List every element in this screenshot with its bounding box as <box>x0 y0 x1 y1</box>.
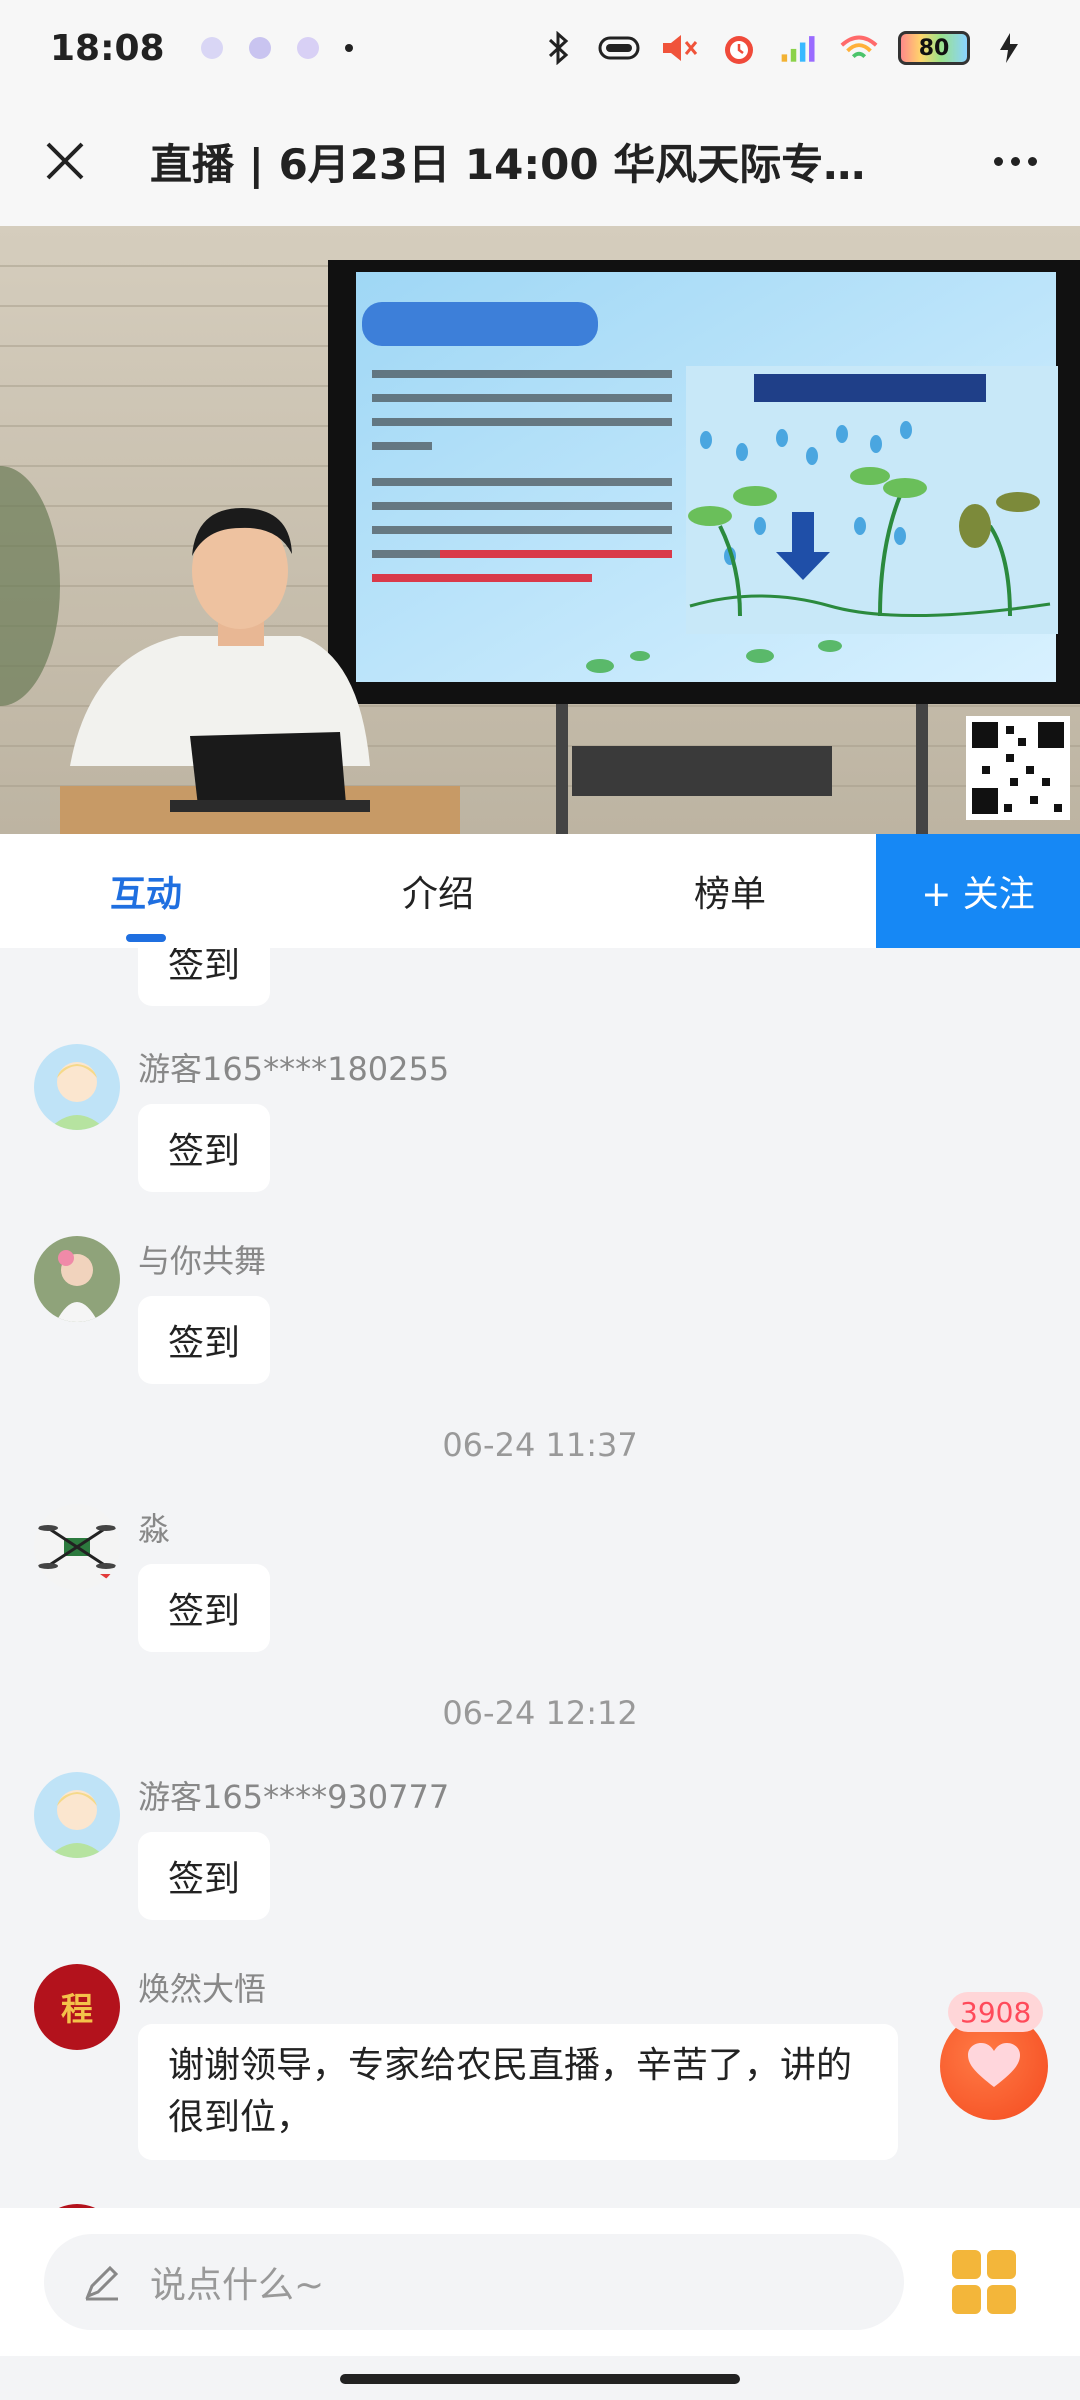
avatar[interactable] <box>34 1044 120 1130</box>
message-bubble: 签到 <box>138 1832 271 1920</box>
sender-name: 与你共舞 <box>138 1242 267 1280</box>
nfc-icon <box>598 31 640 65</box>
tab-label: 榜单 <box>693 874 766 915</box>
more-dot-icon <box>993 156 1003 166</box>
chat-message: 与你共舞 签到 <box>34 1236 271 1384</box>
message-body: 签到 <box>138 948 271 1006</box>
comment-input[interactable]: 说点什么~ <box>44 2234 904 2330</box>
like-count: 3908 <box>948 1992 1044 2032</box>
default-avatar-icon <box>34 1772 120 1858</box>
close-icon <box>46 142 84 180</box>
tab-active-indicator <box>126 934 166 942</box>
battery-icon: 80 <box>898 31 970 65</box>
message-body: 游客165****180255 签到 <box>138 1044 449 1192</box>
bluetooth-icon <box>538 31 580 65</box>
avatar[interactable]: 程 <box>34 1964 120 2050</box>
grid-cell-icon <box>987 2285 1016 2314</box>
chat-message: 程 焕然大悟 谢谢领导，专家给农民直播，辛苦了，讲的很到位， <box>34 1964 898 2160</box>
close-button[interactable] <box>30 126 100 196</box>
charging-icon <box>988 31 1030 65</box>
title-bar: 直播 | 6月23日 14:00 华风天际专… <box>0 96 1080 226</box>
status-notifications <box>200 37 353 59</box>
tab-ranking[interactable]: 榜单 <box>584 834 876 948</box>
chat-message: 游客165****930777 签到 <box>34 1772 449 1920</box>
status-icons: 80 <box>538 31 1030 65</box>
message-body: 焕然大悟 谢谢领导，专家给农民直播，辛苦了，讲的很到位， <box>138 1964 898 2160</box>
comment-placeholder: 说点什么~ <box>150 2265 325 2306</box>
tab-label: 互动 <box>109 874 182 915</box>
more-dot-icon <box>1010 156 1020 166</box>
avatar-seal-text: 程 <box>60 1990 93 2028</box>
message-bubble: 谢谢领导，专家给农民直播，辛苦了，讲的很到位， <box>138 2024 898 2160</box>
default-avatar-icon <box>34 1044 120 1130</box>
notification-dot-icon <box>248 37 271 59</box>
home-indicator[interactable] <box>340 2374 740 2384</box>
live-video-player[interactable] <box>0 226 1080 834</box>
message-bubble: 签到 <box>138 1564 271 1652</box>
video-frame <box>0 226 1080 834</box>
chat-list[interactable]: 签到 游客165****180255 签到 与你共舞 签到 06-24 11:3… <box>0 948 1080 2208</box>
avatar[interactable] <box>34 1236 120 1322</box>
grid-cell-icon <box>987 2250 1016 2279</box>
message-body: 游客165****930777 签到 <box>138 1772 449 1920</box>
notification-more-icon <box>344 44 353 52</box>
message-bubble: 签到 <box>138 948 271 1006</box>
more-dot-icon <box>1027 156 1037 166</box>
message-bubble: 签到 <box>138 1104 271 1192</box>
sender-name: 焕然大悟 <box>138 1970 267 2008</box>
pencil-icon <box>85 2265 119 2301</box>
message-bubble: 签到 <box>138 1296 271 1384</box>
drone-avatar <box>34 1504 120 1590</box>
grid-cell-icon <box>952 2285 981 2314</box>
time-divider: 06-24 11:37 <box>442 1426 638 1464</box>
notification-dot-icon <box>200 37 223 59</box>
tab-introduction[interactable]: 介绍 <box>292 834 584 948</box>
alarm-icon <box>718 31 760 65</box>
notification-dot-icon <box>296 37 319 59</box>
more-functions-button[interactable] <box>952 2250 1016 2314</box>
user-photo-avatar <box>34 1236 120 1322</box>
avatar[interactable] <box>34 1504 120 1590</box>
status-bar: 18:08 80 <box>0 0 1080 96</box>
signal-icon <box>778 31 820 65</box>
page-title: 直播 | 6月23日 14:00 华风天际专… <box>150 139 866 189</box>
tab-label: 介绍 <box>401 874 474 915</box>
mute-icon <box>658 31 700 65</box>
wifi-icon <box>838 31 880 65</box>
tab-interaction[interactable]: 互动 <box>0 834 292 948</box>
chat-message: 游客165****180255 签到 <box>34 1044 449 1192</box>
heart-icon <box>968 2043 1020 2087</box>
sender-name: 淼 <box>138 1510 171 1548</box>
chat-message: 淼 签到 <box>34 1504 271 1652</box>
battery-level: 80 <box>918 35 950 61</box>
time-divider: 06-24 12:12 <box>442 1694 638 1732</box>
comment-bar: 说点什么~ <box>0 2208 1080 2356</box>
sender-name: 游客165****180255 <box>138 1050 450 1088</box>
chat-message: 签到 <box>34 948 271 1006</box>
avatar[interactable] <box>34 1772 120 1858</box>
status-time: 18:08 <box>50 27 165 69</box>
tab-bar: 互动 介绍 榜单 + 关注 <box>0 834 1080 948</box>
sender-name: 游客165****930777 <box>138 1778 450 1816</box>
message-body: 淼 签到 <box>138 1504 271 1652</box>
message-body: 与你共舞 签到 <box>138 1236 271 1384</box>
grid-cell-icon <box>952 2250 981 2279</box>
more-options-button[interactable] <box>980 126 1050 196</box>
follow-button[interactable]: + 关注 <box>876 834 1080 948</box>
